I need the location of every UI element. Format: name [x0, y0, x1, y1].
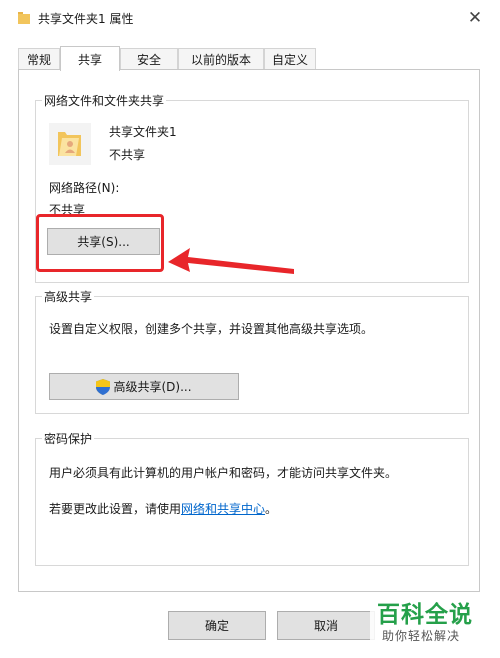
- advanced-sharing-button[interactable]: 高级共享(D)...: [49, 373, 239, 400]
- password-protection-group: 密码保护 用户必须具有此计算机的用户帐户和密码，才能访问共享文件夹。 若要更改此…: [35, 430, 469, 566]
- folder-icon: [18, 12, 30, 24]
- tab-panel: 网络文件和文件夹共享 共享文件夹1 不共享 网络路径(N): 不共享 共享(S)…: [18, 69, 480, 592]
- folder-name: 共享文件夹1: [109, 125, 177, 139]
- arrow-annotation: [168, 248, 294, 274]
- title-bar: 共享文件夹1 属性 ✕: [0, 0, 500, 36]
- watermark-title: 百科全说: [377, 602, 473, 628]
- cancel-button[interactable]: 取消: [277, 611, 375, 640]
- highlight-box: [36, 214, 164, 272]
- hint-prefix: 若要更改此设置，请使用: [49, 502, 182, 516]
- window-title: 共享文件夹1 属性: [38, 12, 134, 26]
- password-protection-hint: 若要更改此设置，请使用网络和共享中心。: [49, 500, 277, 517]
- shared-folder-icon: [49, 123, 91, 165]
- hint-suffix: 。: [265, 502, 278, 516]
- advanced-sharing-group: 高级共享 设置自定义权限，创建多个共享，并设置其他高级共享选项。 高级共享(D)…: [35, 288, 469, 414]
- password-protection-description: 用户必须具有此计算机的用户帐户和密码，才能访问共享文件夹。: [49, 466, 398, 480]
- tab-previous-versions[interactable]: 以前的版本: [178, 48, 264, 69]
- tab-general[interactable]: 常规: [18, 48, 60, 69]
- folder-share-status: 不共享: [109, 148, 146, 162]
- password-protection-title: 密码保护: [42, 430, 95, 447]
- ok-button[interactable]: 确定: [168, 611, 266, 640]
- network-sharing-center-link[interactable]: 网络和共享中心: [181, 502, 265, 516]
- advanced-sharing-description: 设置自定义权限，创建多个共享，并设置其他高级共享选项。: [49, 322, 374, 336]
- close-icon[interactable]: ✕: [460, 4, 490, 32]
- watermark-subtitle: 助你轻松解决: [382, 629, 461, 643]
- network-path-label: 网络路径(N):: [49, 181, 120, 195]
- tab-security[interactable]: 安全: [120, 48, 178, 69]
- watermark: 百科全说 助你轻松解决: [370, 593, 492, 651]
- tab-customize[interactable]: 自定义: [264, 48, 316, 69]
- shield-icon: [96, 378, 111, 395]
- advanced-sharing-button-label: 高级共享(D)...: [113, 380, 192, 394]
- tab-bar: 常规 共享 安全 以前的版本 自定义: [18, 46, 488, 71]
- advanced-sharing-title: 高级共享: [42, 288, 95, 305]
- tab-sharing[interactable]: 共享: [60, 46, 120, 71]
- properties-window: 共享文件夹1 属性 ✕ 常规 共享 安全 以前的版本 自定义 网络文件和文件夹共…: [0, 0, 500, 658]
- network-sharing-title: 网络文件和文件夹共享: [42, 92, 167, 109]
